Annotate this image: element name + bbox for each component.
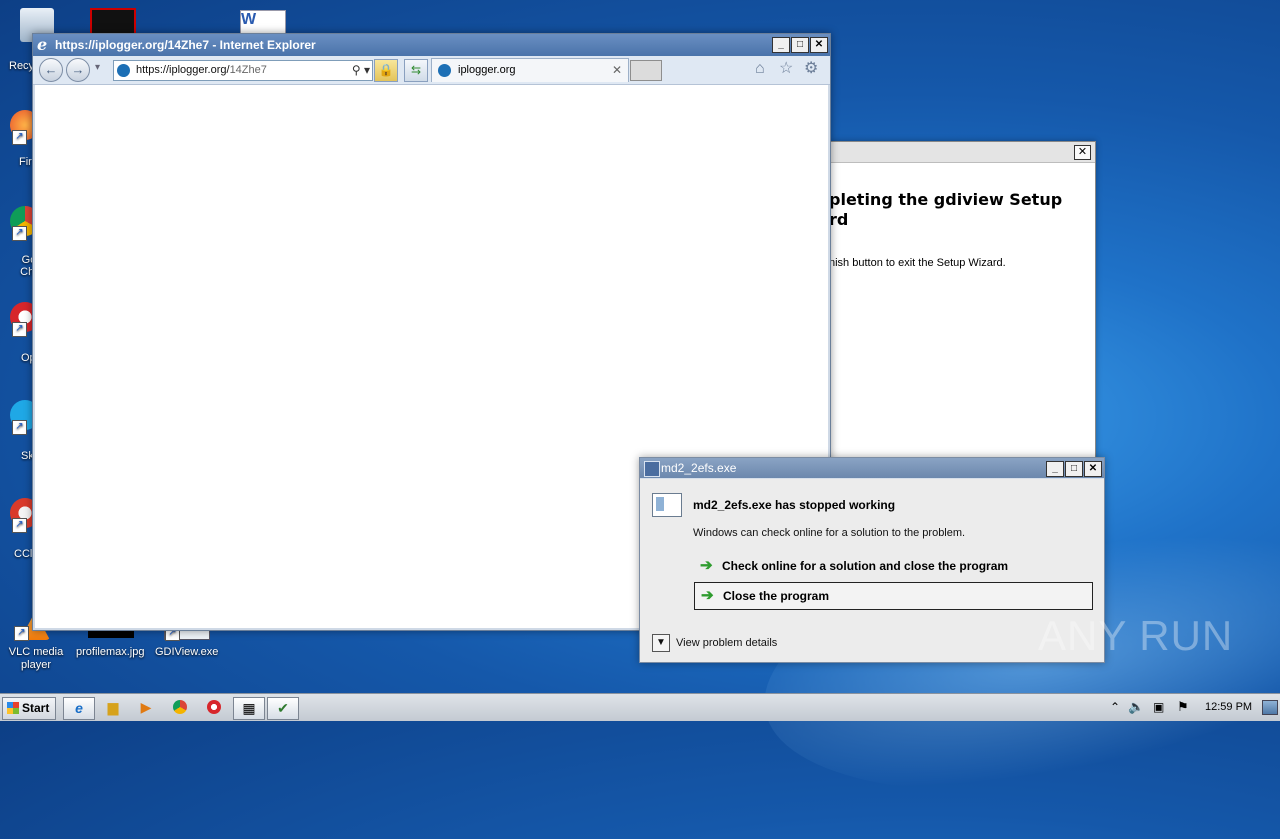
chevron-down-icon[interactable]: ▼ [652,634,670,652]
shortcut-arrow-icon: ↗ [12,130,27,145]
shortcut-arrow-icon: ↗ [12,518,27,533]
taskbar-ie-icon[interactable]: e [63,697,95,720]
error-heading: md2_2efs.exe has stopped working [693,498,896,512]
shortcut-arrow-icon: ↗ [12,226,27,241]
start-label: Start [22,701,50,715]
forward-button[interactable]: → [66,58,90,82]
app-icon [644,461,660,477]
check-online-option[interactable]: ➔ Check online for a solution and close … [694,553,1091,579]
windows-logo-icon [7,702,19,714]
address-text: https://iplogger.org/14Zhe7 [136,61,267,80]
shortcut-arrow-icon: ↗ [12,322,27,337]
maximize-button[interactable]: □ [791,37,809,53]
gear-icon[interactable]: ⚙ [804,61,818,77]
ie-logo-icon: e [37,35,48,54]
clock[interactable]: 12:59 PM [1205,694,1252,721]
favorites-icon[interactable]: ☆ [779,61,793,77]
address-path: 14Zhe7 [229,64,267,76]
back-button[interactable]: ← [39,58,63,82]
new-tab-button[interactable] [630,60,662,81]
program-icon [652,493,682,517]
tab-label: iplogger.org [458,64,516,76]
close-button[interactable]: ✕ [810,37,828,53]
tab-close-icon[interactable]: ✕ [612,59,622,82]
desktop-icon-label: GDIView.exe [155,646,219,658]
history-dropdown-icon[interactable]: ▾ [95,62,100,73]
details-label: View problem details [676,636,778,649]
option-label: Check online for a solution and close th… [722,559,1009,573]
green-arrow-icon: ➔ [700,557,713,574]
option-label: Close the program [723,589,830,603]
address-bar[interactable]: https://iplogger.org/14Zhe7 ⚲ ▾ [113,60,373,81]
error-subtext: Windows can check online for a solution … [693,527,966,539]
lock-icon[interactable]: 🔒 [374,59,398,82]
wizard-heading: pleting the gdiview Setup rd [829,190,1079,230]
show-desktop-button[interactable] [1262,700,1278,715]
taskbar-setup-icon[interactable]: ▦ [233,697,265,720]
desktop-icon-label: CCl [14,548,33,560]
wizard-heading-line2: rd [829,210,849,229]
setup-wizard-window: ✕ pleting the gdiview Setup rd nish butt… [829,141,1096,461]
taskbar-media-player-icon[interactable]: ▶ [131,697,161,718]
minimize-button[interactable]: _ [1046,461,1064,477]
site-favicon-icon [117,64,130,77]
taskbar-error-dialog-icon[interactable]: ✔ [267,697,299,720]
desktop-icon-label: Recy [9,60,35,72]
window-title: https://iplogger.org/14Zhe7 - Internet E… [55,38,316,52]
close-button[interactable]: ✕ [1084,461,1102,477]
green-arrow-icon: ➔ [701,587,714,604]
taskbar-explorer-icon[interactable]: ▆ [98,697,128,718]
view-details[interactable]: ▼ View problem details [652,634,777,652]
close-program-option[interactable]: ➔ Close the program [694,582,1093,610]
taskbar-opera-icon[interactable] [199,697,229,718]
taskbar: Start e ▆ ▶ ▦ ✔ ⌃ 🔈 ▣ ⚑ 12:59 PM [0,693,1280,721]
show-hidden-icons[interactable]: ⌃ [1110,700,1120,714]
wizard-close-button[interactable]: ✕ [1074,145,1091,160]
wizard-text: nish button to exit the Setup Wizard. [829,257,1006,269]
ie-titlebar[interactable]: e https://iplogger.org/14Zhe7 - Internet… [33,34,830,56]
taskbar-chrome-icon[interactable] [165,697,195,718]
wizard-titlebar: ✕ [829,142,1095,163]
refresh-button[interactable]: ⇆ [404,59,428,82]
desktop-icon-label: profilemax.jpg [76,646,145,658]
desktop-icon-label: Fir [19,156,32,168]
minimize-button[interactable]: _ [772,37,790,53]
dialog-body: md2_2efs.exe has stopped working Windows… [640,479,1104,662]
search-icon[interactable]: ⚲ ▾ [352,61,370,80]
home-icon[interactable]: ⌂ [755,61,765,77]
address-host: https://iplogger.org/ [136,64,230,76]
dialog-title: md2_2efs.exe [661,461,737,475]
tab-iplogger[interactable]: iplogger.org ✕ [431,58,629,82]
network-icon[interactable]: ▣ [1153,700,1164,714]
action-center-flag-icon[interactable]: ⚑ [1177,699,1189,715]
ie-toolbar: ← → ▾ https://iplogger.org/14Zhe7 ⚲ ▾ 🔒 … [33,56,830,85]
dialog-titlebar[interactable]: md2_2efs.exe _ □ ✕ [640,458,1104,478]
tab-favicon-icon [438,64,451,77]
anyrun-watermark: ANY RUN [1038,612,1234,659]
start-button[interactable]: Start [2,697,56,720]
shortcut-arrow-icon: ↗ [14,626,29,641]
volume-icon[interactable]: 🔈 [1128,699,1144,715]
shortcut-arrow-icon: ↗ [12,420,27,435]
desktop-icon-label: VLC media player [8,646,64,671]
wizard-heading-line1: pleting the gdiview Setup [829,190,1063,209]
error-dialog: md2_2efs.exe _ □ ✕ md2_2efs.exe has stop… [639,457,1105,663]
maximize-button[interactable]: □ [1065,461,1083,477]
